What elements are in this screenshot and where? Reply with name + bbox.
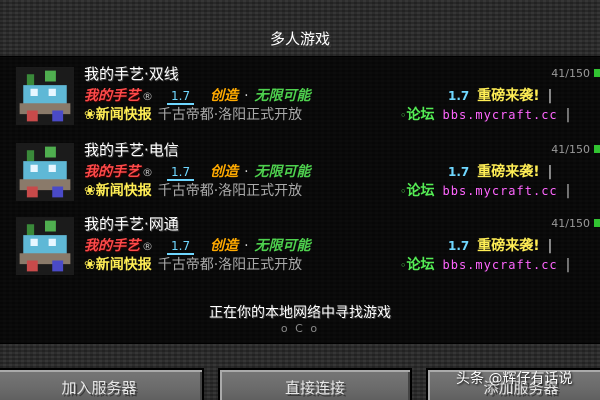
motd-news: 新闻快报 bbox=[95, 257, 152, 273]
server-name: 我的手艺·双线 bbox=[84, 65, 179, 83]
server-name: 我的手艺·网通 bbox=[84, 215, 179, 233]
motd-sep: | bbox=[565, 107, 571, 123]
motd-line-1: 我的手艺 ® 1.7 创造 · 无限可能 bbox=[84, 161, 311, 181]
motd-ancient: 千古帝都·洛阳正式开放 bbox=[157, 107, 303, 123]
signal-strength-icon bbox=[594, 219, 600, 227]
flower-icon: ❀ bbox=[84, 107, 96, 123]
motd-bar: | bbox=[547, 164, 553, 180]
motd-sep: | bbox=[565, 257, 571, 273]
direct-connect-button[interactable]: 直接连接 bbox=[218, 368, 412, 400]
server-entry[interactable]: 我的手艺·电信 41/150 我的手艺 ® 1.7 创造 · 无限可能 1.7 重磅来袭! |… bbox=[0, 137, 600, 211]
motd-line-2: ❀新闻快报 千古帝都·洛阳正式开放 bbox=[84, 104, 302, 124]
pixel-castle-icon bbox=[16, 217, 74, 275]
motd-forum: ◦论坛 bbs.mycraft.cc | bbox=[400, 180, 570, 200]
motd-forum-label: 论坛 bbox=[406, 257, 435, 273]
registered-mark: ® bbox=[142, 90, 153, 103]
motd-news: 新闻快报 bbox=[95, 183, 152, 199]
motd-announcement: 1.7 重磅来袭! | bbox=[448, 85, 552, 105]
motd-version-2: 1.7 bbox=[448, 89, 470, 103]
motd-url: bbs.mycraft.cc bbox=[442, 108, 558, 122]
motd-create: 创造 bbox=[210, 88, 239, 104]
motd-version-2: 1.7 bbox=[448, 239, 470, 253]
motd-line-2: ❀新闻快报 千古帝都·洛阳正式开放 bbox=[84, 180, 302, 200]
motd-create: 创造 bbox=[210, 238, 239, 254]
motd-version-2: 1.7 bbox=[448, 165, 470, 179]
motd-line-2: ❀新闻快报 千古帝都·洛阳正式开放 bbox=[84, 254, 302, 274]
motd-dot: · bbox=[244, 88, 249, 104]
motd-line-1: 我的手艺 ® 1.7 创造 · 无限可能 bbox=[84, 85, 311, 105]
player-count: 41/150 bbox=[551, 143, 590, 156]
pixel-castle-icon bbox=[16, 67, 74, 125]
watermark: 头条 @辉仔有话说 bbox=[456, 371, 573, 387]
motd-ancient: 千古帝都·洛阳正式开放 bbox=[157, 183, 303, 199]
motd-forum-label: 论坛 bbox=[406, 183, 435, 199]
motd-bar: | bbox=[547, 88, 553, 104]
motd-ancient: 千古帝都·洛阳正式开放 bbox=[157, 257, 303, 273]
motd-url: bbs.mycraft.cc bbox=[442, 258, 558, 272]
motd-url: bbs.mycraft.cc bbox=[442, 184, 558, 198]
motd-create: 创造 bbox=[210, 164, 239, 180]
motd-version: 1.7 bbox=[167, 165, 195, 181]
motd-news: 新闻快报 bbox=[95, 107, 152, 123]
registered-mark: ® bbox=[142, 240, 153, 253]
motd-forum: ◦论坛 bbs.mycraft.cc | bbox=[400, 254, 570, 274]
page-title: 多人游戏 bbox=[269, 30, 330, 48]
motd-brand: 我的手艺 bbox=[84, 238, 140, 254]
motd-dot: · bbox=[244, 238, 249, 254]
flower-icon: ❀ bbox=[84, 183, 96, 199]
motd-announcement: 1.7 重磅来袭! | bbox=[448, 235, 552, 255]
motd-unlimited: 无限可能 bbox=[254, 164, 311, 180]
multiplayer-screen: 多人游戏 我的手艺·双线 41/150 我的手艺®1.7创造·无限可能 bbox=[0, 0, 600, 400]
motd-brand: 我的手艺 bbox=[84, 88, 140, 104]
signal-strength-icon bbox=[594, 145, 600, 153]
player-count: 41/150 bbox=[551, 67, 590, 80]
server-name: 我的手艺·电信 bbox=[84, 141, 179, 159]
server-list[interactable]: 我的手艺·双线 41/150 我的手艺 ® 1.7 创造 · 无限可能 1.7 重磅来袭! |… bbox=[0, 56, 600, 344]
motd-heavy: 重磅来袭! bbox=[477, 164, 540, 180]
player-count: 41/150 bbox=[551, 217, 590, 230]
lan-scan-message: 正在你的本地网络中寻找游戏 bbox=[209, 305, 391, 321]
motd-brand: 我的手艺 bbox=[84, 164, 140, 180]
motd-sep: | bbox=[565, 183, 571, 199]
motd-announcement: 1.7 重磅来袭! | bbox=[448, 161, 552, 181]
registered-mark: ® bbox=[142, 166, 153, 179]
motd-dot: · bbox=[244, 164, 249, 180]
motd-heavy: 重磅来袭! bbox=[477, 238, 540, 254]
pixel-castle-icon bbox=[16, 143, 74, 201]
motd-version: 1.7 bbox=[167, 89, 195, 105]
join-server-button[interactable]: 加入服务器 bbox=[0, 368, 204, 400]
motd-forum: ◦论坛 bbs.mycraft.cc | bbox=[400, 104, 570, 124]
motd-unlimited: 无限可能 bbox=[254, 88, 311, 104]
server-entry[interactable]: 我的手艺·双线 41/150 我的手艺 ® 1.7 创造 · 无限可能 1.7 重磅来袭! |… bbox=[0, 61, 600, 135]
motd-forum-label: 论坛 bbox=[406, 107, 435, 123]
server-entry[interactable]: 我的手艺·网通 41/150 我的手艺 ® 1.7 创造 · 无限可能 1.7 重磅来袭! |… bbox=[0, 211, 600, 285]
motd-unlimited: 无限可能 bbox=[254, 238, 311, 254]
signal-strength-icon bbox=[594, 69, 600, 77]
flower-icon: ❀ bbox=[84, 257, 96, 273]
motd-bar: | bbox=[547, 238, 553, 254]
motd-heavy: 重磅来袭! bbox=[477, 88, 540, 104]
motd-version: 1.7 bbox=[167, 239, 195, 255]
motd-line-1: 我的手艺 ® 1.7 创造 · 无限可能 bbox=[84, 235, 311, 255]
lan-scan-spinner: o C o bbox=[280, 322, 320, 335]
